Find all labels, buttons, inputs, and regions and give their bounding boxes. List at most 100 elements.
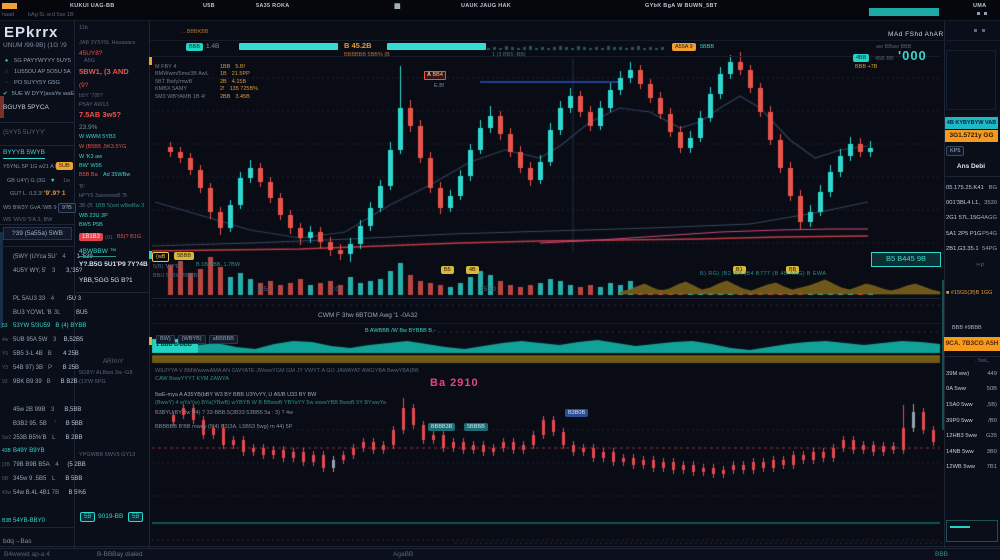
margin-badge[interactable]: 9?B <box>58 203 76 213</box>
divider <box>0 246 75 247</box>
last-size: (91 <box>105 235 113 242</box>
table-row[interactable]: 4U5Y WY, 5'33,'35? <box>2 264 73 278</box>
divider <box>76 292 150 293</box>
note-tiny: 'B' <box>79 184 85 191</box>
order-history-button[interactable]: ?39 (5a55a) 5WB <box>3 227 72 240</box>
chart-title-right: MAd FShd AhAR <box>888 31 944 39</box>
pager-next-button[interactable]: 5B <box>128 512 143 522</box>
depth-link[interactable]: 4BWBBW ™ <box>79 248 116 257</box>
menu-item-tools[interactable]: GYbK BgA W BUWN_5BT <box>645 3 717 9</box>
note-row-1: bP'Y5 3awwwwB 'B <box>79 193 127 200</box>
current-price-label: B5 B445 9B <box>871 252 941 267</box>
vol-stat-3: BBU 55BW BBUBB <box>153 273 201 280</box>
time-axis-label-3: 15:50 <box>480 286 496 294</box>
table-row[interactable]: 45w 2B 99B3B,5BB <box>2 403 73 417</box>
pager-prev-button[interactable]: 5B <box>80 512 95 522</box>
lot-chip[interactable]: KP5 <box>946 146 964 156</box>
signal-tag-teal-2[interactable]: 5BBBB <box>464 423 488 431</box>
ask-price-big: 5BW1, (3 AND <box>79 68 129 77</box>
table-row[interactable]: Y554B 97) 3BPB 25B <box>2 361 73 375</box>
stat-line-1: Y?.B5G 5U1'P9 7Y?4B <box>79 261 148 269</box>
news-row-a: WIUIYYA V BMWwwwAMA AN GWYATE JWwwYGM GM… <box>155 368 419 375</box>
filter-option[interactable]: ✔5UE W DYY(avaYe waE <box>3 88 73 99</box>
table-row[interactable]: 4w5UB 95A 5W3B,52B5 <box>2 333 73 347</box>
menu-item-positions[interactable]: UAUK JAUG HAK <box>461 3 511 9</box>
table-row[interactable]: 939BK B9 39BB B2B <box>2 375 73 389</box>
menu-item-user[interactable]: UMA <box>973 3 986 9</box>
last-change: B5(? B1G <box>117 234 141 241</box>
toolbar-button[interactable]: aBBBBB <box>209 335 238 344</box>
table-row[interactable]: PL 5AU3 334/5U 3 <box>2 292 73 306</box>
small-note: . 5wL, <box>975 358 990 365</box>
empty-note-4: YPGWBB 5WV5 GY13 <box>79 452 135 459</box>
stat-line-2: YBB,'5GG 5G B?1 <box>79 277 133 285</box>
table-row[interactable]: (5WY (UYca 5U'41 '539 <box>2 250 73 264</box>
signal-tag-teal-1[interactable]: BBBB3B <box>428 423 455 431</box>
charts-canvas[interactable] <box>0 0 1000 560</box>
filter-option[interactable]: ◦PO 5UYY5Y G5G <box>3 77 73 88</box>
price-sub: BBBBBB 5BB% (B <box>344 52 390 59</box>
table-row[interactable]: Y55B5 3-L 4BB4 25B <box>2 347 73 361</box>
vol-indicator-toggle-1[interactable]: (wB <box>152 252 169 262</box>
empty-note-3: (13'W 5PG <box>79 379 106 386</box>
scale-chip[interactable]: 4BB <box>853 54 869 62</box>
bid-row-1: W WWM 5YB3 <box>79 134 116 141</box>
positions-link[interactable]: BYYYB 5WYB <box>3 149 45 159</box>
filter-option[interactable]: ○1U55DU AP 5O5U 5A <box>3 66 73 77</box>
trades-table[interactable]: (5WY (UYca 5U'41 '5394U5Y WY, 5'33,'35? P… <box>2 250 73 528</box>
alert-banner: 9CA. 7B3CG A5H <box>944 337 1000 351</box>
status-right: BBB <box>935 551 948 559</box>
mini-box-bar <box>950 526 970 528</box>
table-row[interactable] <box>2 278 73 292</box>
table-row[interactable]: 5w2253B B5%'BLB 2BB <box>2 431 73 445</box>
caret-down-icon[interactable]: ▼ <box>50 178 55 185</box>
apps-grid-icon[interactable]: ▦ <box>394 2 401 10</box>
table-row[interactable]: 5B345w 9 .5B5LB 5BB <box>2 472 73 486</box>
empty-note-2: 5G8Y/ ALBwa 3w -G8 <box>79 370 133 377</box>
list-item: 12WB 5ww7B1 <box>946 460 997 476</box>
margin-row: W5 BW3Y GvA.'WB 9 <box>3 205 57 212</box>
table-row[interactable]: 5353YW 5/3U59B(4) BYBB <box>2 319 73 333</box>
table-row[interactable]: BU3 YO'WL 'B3LBU5 <box>2 306 73 320</box>
summary-row-1: Y5YNL 5P 1G w21 A B <box>3 164 59 171</box>
side-section-header: Ans Debi <box>944 163 998 171</box>
last-price-chip: 1B1B3 <box>79 233 103 241</box>
table-row[interactable] <box>2 500 73 514</box>
signal-tag-blue[interactable]: B3B0B <box>565 409 588 417</box>
filter-option[interactable]: ●5G PAYYWYYY 5UY5 <box>3 55 73 66</box>
section-label-2: (5YY5 5UYYY' <box>3 129 45 137</box>
menu-item-orders[interactable]: 5A35 ROKA <box>256 3 290 9</box>
list-item: 39M ww)449 <box>946 366 997 382</box>
topbar-sub-left: haad <box>2 12 14 19</box>
alert-chip[interactable]: A BB4 <box>424 71 446 80</box>
divider <box>944 356 1000 357</box>
filter-options[interactable]: ●5G PAYYWYYY 5UY5○1U55DU AP 5O5U 5A◦PO 5… <box>3 55 73 99</box>
ratio-value: 1.4B <box>206 43 219 51</box>
signal-chip[interactable]: A55A 9 <box>672 43 696 51</box>
bid-row-4: WB 23U 3P <box>79 213 108 220</box>
table-row[interactable]: B3B2 95. 5B'B 5BB <box>2 417 73 431</box>
table-row[interactable]: 43BB49Y B9YB <box>2 444 73 458</box>
news-row-d: 5wE-mya A A35YB(bBY W3 BY BBB U3YvYY, U … <box>155 392 316 399</box>
summary-badge[interactable]: 5UB <box>56 162 73 170</box>
timeframe-row[interactable]: B) RG) (B2 WA (B4 B777 (B 4B ARG) B EWA <box>700 271 826 278</box>
bullet-icon: ◦ <box>3 80 10 86</box>
table-row[interactable]: (3B79B B9B B5A4(5 2BB <box>2 458 73 472</box>
table-footer-link[interactable]: bdq→Bas <box>3 538 32 546</box>
spread-percent: 23.9% <box>79 124 97 132</box>
orderbook-panel <box>76 21 150 548</box>
table-row[interactable]: 43w54w B.4L 4B17BB 5%5 <box>2 486 73 500</box>
table-row[interactable]: B3B54YB-BBY0 <box>2 514 73 528</box>
list-item: 39P0 5ww/B0 <box>946 413 997 429</box>
divider <box>0 224 75 225</box>
price-value: '9'.9? 1 <box>44 190 66 198</box>
buy-button[interactable]: 4B KYBYBYW VAB <box>945 117 998 129</box>
buy-chip[interactable]: BBB <box>186 43 203 51</box>
menu-item-currency[interactable]: U5B <box>203 3 215 9</box>
alert-chip-value: BB4 <box>433 72 443 78</box>
table-row[interactable] <box>2 389 73 403</box>
divider <box>0 527 75 528</box>
vol-indicator-toggle-2[interactable]: 5BBB <box>174 252 194 260</box>
app-title: EPkrrx <box>4 24 58 41</box>
menu-item-markets[interactable]: KUKUI UAG-BB <box>70 3 115 9</box>
